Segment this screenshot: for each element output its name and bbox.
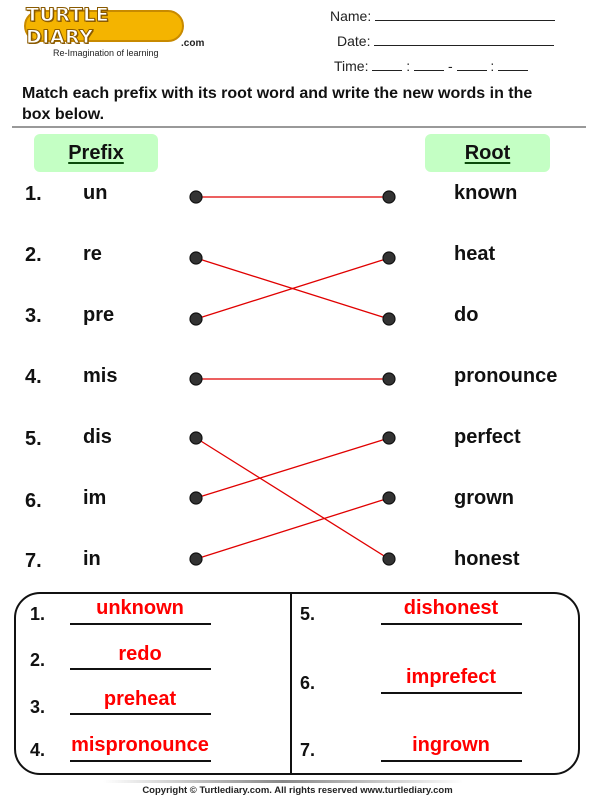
root-dot[interactable]: [382, 552, 396, 566]
root-dot[interactable]: [382, 431, 396, 445]
answer-word: unknown: [96, 597, 184, 619]
answer-blank-line[interactable]: [381, 692, 522, 694]
root-dot[interactable]: [382, 251, 396, 265]
answer-word: ingrown: [412, 734, 490, 756]
answer-blank-line[interactable]: [70, 668, 211, 670]
answer-blank-line[interactable]: [70, 623, 211, 625]
answer-number: 3.: [30, 697, 46, 717]
answer-word: imprefect: [405, 666, 497, 688]
answer-number: 6.: [300, 673, 316, 693]
root-dot[interactable]: [382, 190, 396, 204]
answer-word: mispronounce: [71, 734, 209, 756]
prefix-dot[interactable]: [189, 190, 203, 204]
root-dot[interactable]: [382, 491, 396, 505]
match-line: [195, 437, 390, 499]
answer-number: 5.: [300, 604, 316, 624]
answer-blank-line[interactable]: [70, 713, 211, 715]
root-dot[interactable]: [382, 312, 396, 326]
match-line: [195, 497, 390, 560]
prefix-dot[interactable]: [189, 372, 203, 386]
copyright-footer: Copyright © Turtlediary.com. All rights …: [142, 785, 453, 796]
answer-number: 1.: [30, 604, 46, 624]
prefix-dot[interactable]: [189, 431, 203, 445]
root-dot[interactable]: [382, 372, 396, 386]
match-line: [195, 437, 390, 560]
prefix-dot[interactable]: [189, 251, 203, 265]
prefix-dot[interactable]: [189, 552, 203, 566]
answer-blank-line[interactable]: [381, 623, 522, 625]
answer-blank-line[interactable]: [70, 760, 211, 762]
answer-number: 4.: [30, 740, 46, 760]
answer-word: preheat: [103, 688, 177, 710]
answer-number: 2.: [30, 650, 46, 670]
footer-bar: [103, 780, 463, 783]
answer-box-divider: [290, 592, 292, 775]
answer-word: redo: [118, 643, 162, 665]
prefix-dot[interactable]: [189, 312, 203, 326]
answer-blank-line[interactable]: [381, 760, 522, 762]
answer-number: 7.: [300, 740, 316, 760]
prefix-dot[interactable]: [189, 491, 203, 505]
answer-word: dishonest: [403, 597, 499, 619]
